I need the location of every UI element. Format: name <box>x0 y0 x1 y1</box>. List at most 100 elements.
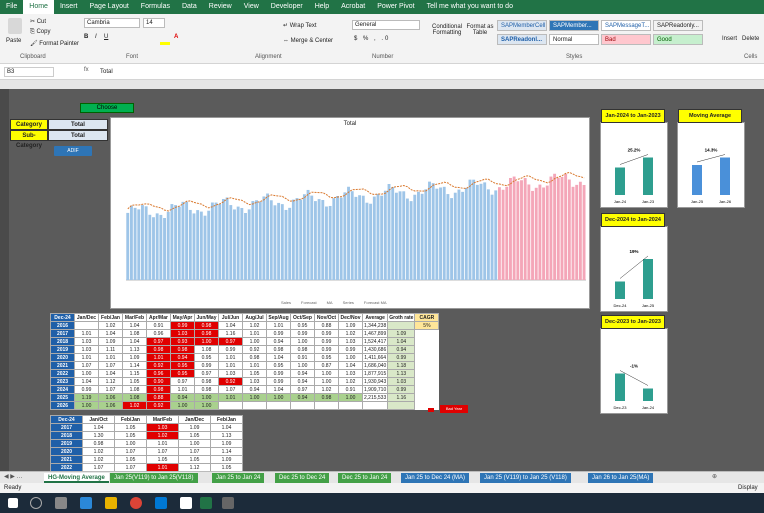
ratio-average[interactable]: 1,909,710 <box>361 385 389 394</box>
small-cell[interactable]: 1.05 <box>178 455 211 464</box>
mini-chart-4[interactable]: Dec-23 Jan-24 -1% <box>600 328 668 414</box>
ratio-cell[interactable]: 0.98 <box>146 345 171 354</box>
sheet-tab[interactable]: Jan 26 to Jan 25(MA) <box>588 473 654 483</box>
sheet-tab[interactable]: Jan 25(V119) to Jan 25(V118) <box>110 473 198 483</box>
ratio-cell[interactable]: 1.03 <box>218 369 243 378</box>
ratio-cell[interactable]: 0.95 <box>290 321 315 330</box>
ratio-cell[interactable]: 0.90 <box>146 377 171 386</box>
search-icon[interactable] <box>30 497 42 509</box>
ratio-average[interactable]: 1,877,915 <box>361 369 389 378</box>
ratio-cell[interactable]: 1.00 <box>194 393 219 402</box>
ratio-average[interactable]: 1,430,686 <box>361 345 389 354</box>
ratio-cell[interactable]: 1.01 <box>170 385 195 394</box>
ratio-cell[interactable]: 1.02 <box>338 377 363 386</box>
ratio-cell[interactable]: 1.08 <box>194 345 219 354</box>
ratio-cell[interactable]: 0.88 <box>146 393 171 402</box>
ratio-cell[interactable]: 0.98 <box>170 345 195 354</box>
ratio-growth[interactable]: 1.03 <box>387 377 416 386</box>
ratio-cell[interactable]: 0.98 <box>194 377 219 386</box>
ratio-growth[interactable]: 1.09 <box>387 329 416 338</box>
small-cell[interactable]: 1.14 <box>210 447 243 456</box>
italic-button[interactable]: I <box>95 34 97 40</box>
number-format-buttons[interactable]: $ % , .0 <box>354 36 390 42</box>
small-cell[interactable]: 1.05 <box>178 431 211 440</box>
ratio-cell[interactable]: 1.13 <box>122 345 147 354</box>
subcategory-value[interactable]: Total <box>48 130 108 141</box>
ratio-cell[interactable]: 0.92 <box>146 401 171 410</box>
mini-chart-2[interactable]: Jan-25 Jan-26 14.3% <box>677 122 745 208</box>
ratio-cell[interactable]: 0.94 <box>170 353 195 362</box>
ratio-average[interactable]: 1,686,040 <box>361 361 389 370</box>
small-cell[interactable]: 1.00 <box>178 439 211 448</box>
ratio-cell[interactable]: 0.98 <box>194 329 219 338</box>
mini-chart-1[interactable]: Jan-24 Jan-23 25.2% <box>600 122 668 208</box>
ratio-cell[interactable]: 1.00 <box>266 393 291 402</box>
chrome-icon[interactable] <box>130 497 142 509</box>
small-cell[interactable]: 1.02 <box>82 447 115 456</box>
ratio-cell[interactable]: 1.04 <box>338 361 363 370</box>
ratio-growth[interactable]: 0.94 <box>387 345 416 354</box>
name-box[interactable]: B3 <box>4 67 54 77</box>
ratio-growth[interactable]: 0.99 <box>387 385 416 394</box>
ratio-cell[interactable]: 1.15 <box>122 369 147 378</box>
ratio-cell[interactable]: 1.08 <box>122 329 147 338</box>
category-value[interactable]: Total <box>48 119 108 130</box>
ratio-cell[interactable] <box>290 401 315 410</box>
ratio-cell[interactable]: 0.95 <box>170 361 195 370</box>
ratio-cell[interactable]: 0.94 <box>290 369 315 378</box>
ratio-cell[interactable]: 0.98 <box>146 385 171 394</box>
ratio-cell[interactable]: 1.16 <box>218 329 243 338</box>
ratio-cell[interactable]: 0.95 <box>170 369 195 378</box>
ratio-cell[interactable]: 0.87 <box>314 361 339 370</box>
ratio-cell[interactable]: 0.92 <box>242 345 267 354</box>
ribbon-tab-power-pivot[interactable]: Power Pivot <box>371 0 420 14</box>
ratio-cell[interactable]: 0.97 <box>194 369 219 378</box>
ratio-cell[interactable]: 0.91 <box>290 353 315 362</box>
ratio-cell[interactable]: 1.03 <box>74 337 99 346</box>
ratio-cell[interactable]: 1.02 <box>98 321 123 330</box>
ratio-cell[interactable]: 0.99 <box>290 329 315 338</box>
ratio-cell[interactable]: 1.09 <box>338 321 363 330</box>
ratio-cell[interactable]: 1.14 <box>122 361 147 370</box>
wrap-text-button[interactable]: ↵ Wrap Text <box>283 22 317 29</box>
ratio-cell[interactable]: 1.02 <box>242 321 267 330</box>
delete-cells-button[interactable]: Delete <box>742 36 759 42</box>
sheet-tab[interactable]: HG-Moving Average <box>44 473 109 483</box>
ratio-cell[interactable]: 1.01 <box>266 321 291 330</box>
small-cell[interactable]: 1.01 <box>146 439 179 448</box>
ratio-cell[interactable]: 1.09 <box>98 337 123 346</box>
ratio-cell[interactable]: 1.03 <box>338 337 363 346</box>
insert-cells-button[interactable]: Insert <box>722 36 737 42</box>
display-settings[interactable]: Display <box>738 483 758 493</box>
ratio-cell[interactable]: 1.04 <box>218 321 243 330</box>
ratio-cell[interactable]: 1.02 <box>314 385 339 394</box>
ratio-cell[interactable]: 0.99 <box>194 361 219 370</box>
ratio-cell[interactable]: 1.00 <box>242 393 267 402</box>
small-cell[interactable]: 1.03 <box>146 423 179 432</box>
small-cell[interactable]: 1.05 <box>146 455 179 464</box>
ratio-average[interactable]: 1,467,899 <box>361 329 389 338</box>
format-as-table-button[interactable]: Format as Table <box>466 24 494 36</box>
ratio-cell[interactable]: 0.94 <box>242 385 267 394</box>
small-cell[interactable]: 1.05 <box>114 423 147 432</box>
ratio-cell[interactable]: 1.00 <box>290 337 315 346</box>
ratio-cell[interactable]: 0.99 <box>266 369 291 378</box>
small-cell[interactable]: 1.30 <box>82 431 115 440</box>
ratio-cell[interactable]: 1.07 <box>98 385 123 394</box>
ratio-cell[interactable]: 1.01 <box>242 361 267 370</box>
small-cell[interactable]: 1.02 <box>82 455 115 464</box>
ratio-cell[interactable]: 0.94 <box>170 393 195 402</box>
ratio-cell[interactable]: 0.95 <box>266 361 291 370</box>
ratio-cell[interactable]: 1.03 <box>170 329 195 338</box>
ratio-cell[interactable] <box>266 401 291 410</box>
small-cell[interactable]: 1.07 <box>178 447 211 456</box>
ratio-cell[interactable]: 1.19 <box>74 393 99 402</box>
ratio-cell[interactable]: 0.98 <box>242 353 267 362</box>
ratio-cell[interactable]: 0.94 <box>290 393 315 402</box>
ratio-cell[interactable]: 1.00 <box>338 393 363 402</box>
ribbon-tab-view[interactable]: View <box>238 0 265 14</box>
ratio-cell[interactable]: 1.07 <box>218 385 243 394</box>
style-good[interactable]: Good <box>653 34 703 45</box>
ratio-cell[interactable]: 0.99 <box>74 385 99 394</box>
cagr-value[interactable]: 5% <box>414 321 440 330</box>
